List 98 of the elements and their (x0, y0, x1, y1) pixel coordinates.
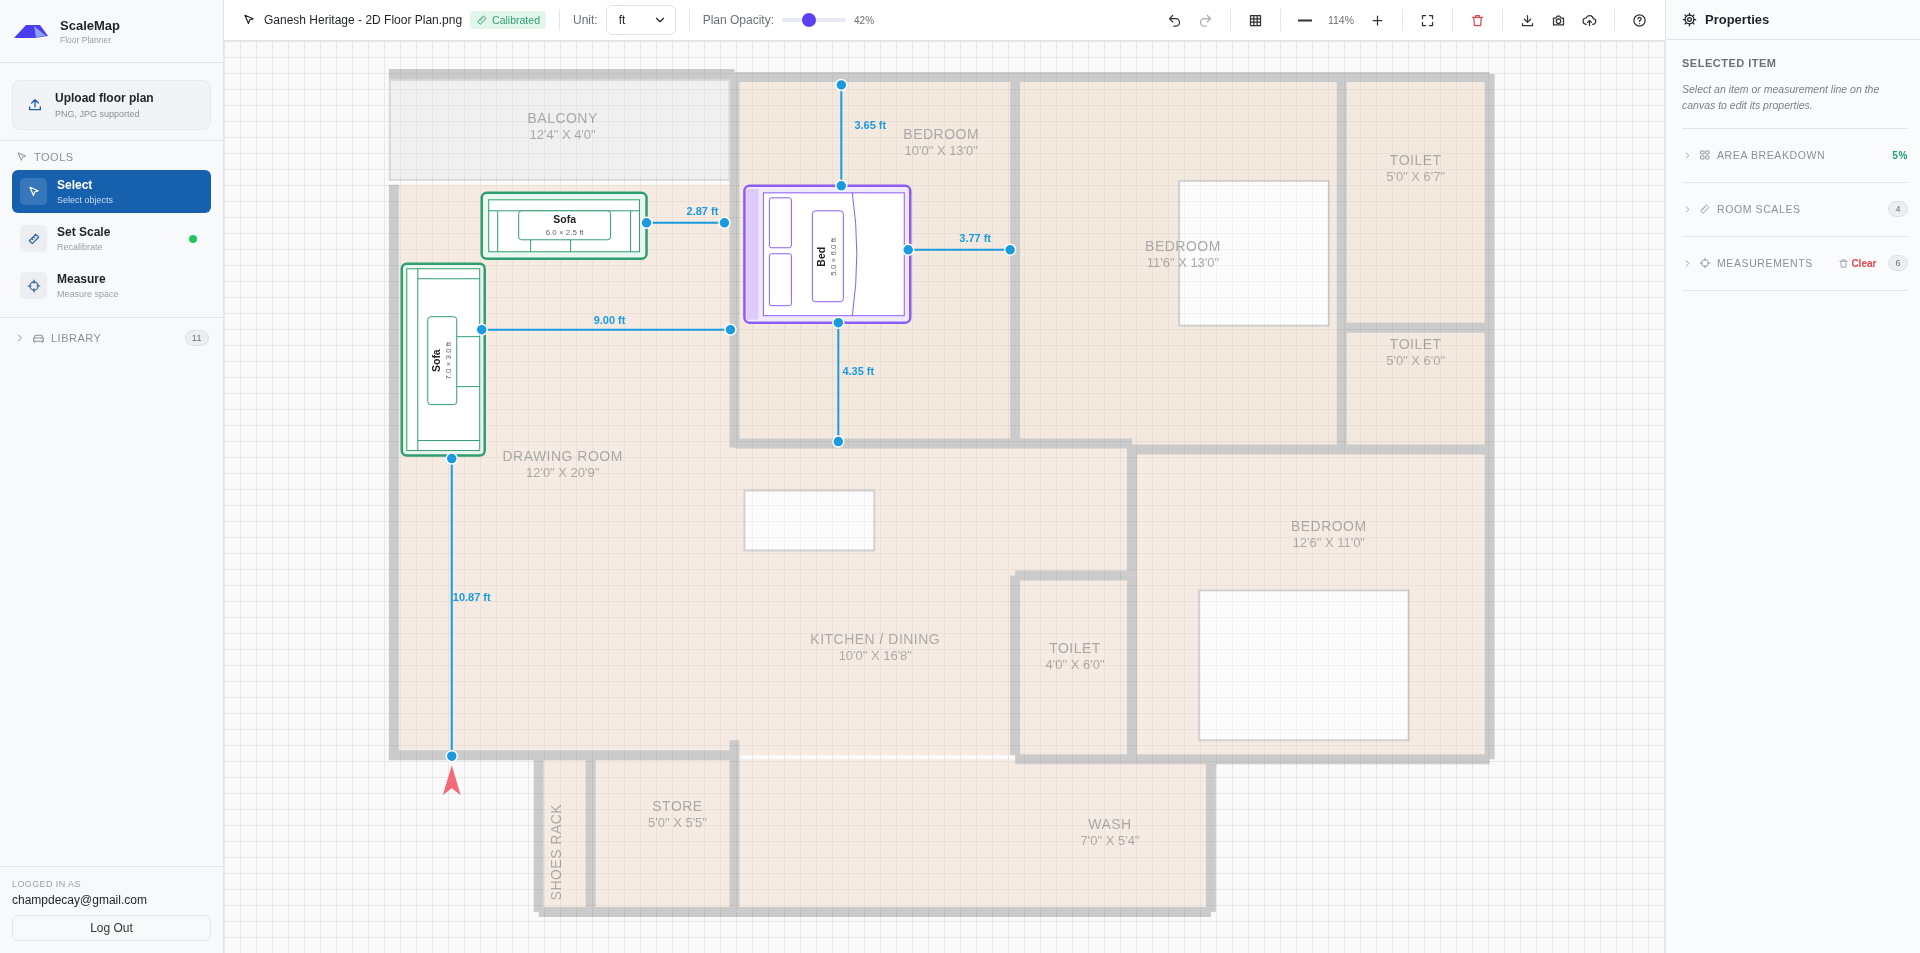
logout-button[interactable]: Log Out (12, 915, 211, 941)
upload-button[interactable]: Upload floor plan PNG, JPG supported (12, 80, 211, 130)
room-label: TOILET (1389, 335, 1442, 352)
room-dimensions: 12'4" X 4'0" (529, 126, 596, 142)
bed-drawing[interactable] (743, 184, 912, 324)
minus-icon (1297, 18, 1312, 22)
sofa-drawing[interactable] (400, 262, 486, 457)
cursor-icon (242, 13, 256, 27)
measurement-label: 3.77 ft (959, 231, 992, 244)
section-heading: SELECTED ITEM (1682, 56, 1778, 71)
furniture-size: 7.0 × 3.0 ft (443, 341, 453, 380)
tool-item[interactable]: Measure Measure space (12, 264, 211, 307)
room-label: WASH (1088, 816, 1132, 833)
room-dimensions: 7'0" X 5'4" (1080, 833, 1140, 849)
measurement-label: 4.35 ft (842, 364, 875, 377)
opacity-label: Plan Opacity: (702, 13, 775, 27)
cursor-icon (442, 765, 461, 796)
room-dimensions: 5'0" X 6'7" (1386, 168, 1446, 184)
measurement-line[interactable] (640, 216, 731, 230)
room-dimensions: 4'0" X 6'0" (1045, 657, 1105, 673)
furniture-name: Bed (816, 246, 828, 267)
room-dimensions: 10'0" X 16'8" (838, 648, 912, 664)
count-badge: 11 (184, 330, 209, 346)
room-label: SHOES RACK (547, 803, 564, 901)
room-dimensions: 10'0" X 13'0" (904, 142, 978, 158)
crosshair-icon (1699, 257, 1711, 270)
status-badge: Calibrated (470, 11, 546, 29)
grid-icon (1247, 12, 1263, 28)
room-dimensions: 11'6" X 13'0" (1146, 254, 1220, 270)
opacity-reading: 42% (854, 14, 875, 26)
trash-icon (1470, 12, 1485, 28)
logo-icon (14, 22, 48, 40)
furniture-size: 5.0 × 6.0 ft (829, 237, 839, 276)
account-email: champdecay@gmail.com (12, 893, 148, 907)
camera-icon (1551, 12, 1566, 28)
panel-header[interactable]: AREA BREAKDOWN (1717, 149, 1826, 162)
room-label: KITCHEN / DINING (810, 631, 941, 648)
measurement-line[interactable] (475, 323, 737, 336)
ruler-icon (26, 231, 41, 246)
file-name: Ganesh Heritage - 2D Floor Plan.png (264, 13, 463, 27)
help-icon (1632, 12, 1647, 28)
upload-icon (27, 97, 43, 113)
ruler-icon (1699, 203, 1711, 216)
fullscreen-icon (1420, 12, 1435, 28)
room-label: BEDROOM (1290, 518, 1367, 535)
unit-select[interactable]: ft (605, 5, 676, 35)
room-label: BALCONY (527, 109, 598, 126)
measurement-label: 2.87 ft (686, 204, 719, 217)
opacity-slider[interactable] (782, 13, 847, 27)
download-icon (1520, 12, 1535, 28)
furniture-size: 6.0 × 2.5 ft (545, 227, 584, 237)
measurement-line[interactable] (835, 78, 848, 193)
sofa-drawing[interactable] (480, 191, 648, 260)
unit-label: Unit: (573, 13, 598, 27)
measurement-line[interactable] (902, 243, 1017, 256)
room-label: BEDROOM (903, 125, 980, 142)
room-label: DRAWING ROOM (502, 447, 623, 464)
cursor-icon (26, 184, 41, 199)
measurement-label: 9.00 ft (593, 313, 626, 326)
redo-icon (1197, 12, 1213, 28)
slider-thumb[interactable] (801, 13, 816, 27)
panel-header[interactable]: MEASUREMENTS (1717, 257, 1813, 270)
empty-hint: Select an item or measurement line on the canvas to edit its properties. (1682, 81, 1908, 129)
measurement-label: 3.65 ft (854, 118, 887, 131)
furniture-name: Sofa (430, 349, 442, 372)
furniture-name: Sofa (553, 213, 576, 225)
plus-icon (1370, 12, 1385, 28)
panel-title: Properties (1705, 12, 1770, 27)
app-subtitle: Floor Planner (60, 34, 113, 45)
undo-icon (1166, 12, 1182, 28)
tool-item[interactable]: Select Select objects (12, 170, 211, 213)
room-dimensions: 5'0" X 6'0" (1386, 352, 1446, 368)
app-name: ScaleMap (60, 17, 120, 33)
room-label: TOILET (1049, 640, 1101, 657)
measurement-label: 10.87 ft (452, 591, 491, 604)
panel-header[interactable]: ROOM SCALES (1717, 203, 1801, 216)
crosshair-icon (26, 278, 41, 293)
cursor-icon (16, 151, 28, 163)
count-badge: 4 (1888, 201, 1908, 218)
clear-button[interactable]: Clear (1838, 257, 1877, 269)
room-label: TOILET (1389, 151, 1442, 168)
count-badge: 6 (1888, 255, 1908, 272)
settings-icon (1682, 12, 1697, 27)
library-section[interactable]: LIBRARY 11 (0, 318, 223, 358)
room-dimensions: 12'0" X 20'9" (526, 464, 600, 480)
grid-icon (1699, 149, 1711, 162)
trash-icon (1838, 257, 1850, 269)
area-percentage: 5% (1892, 149, 1908, 161)
room-label: BEDROOM (1145, 237, 1221, 254)
room-label: STORE (652, 798, 703, 815)
room-dimensions: 5'0" X 5'5" (648, 815, 707, 831)
ruler-icon (476, 14, 489, 26)
cloud-upload-icon (1582, 12, 1597, 28)
room-dimensions: 12'6" X 11'0" (1292, 535, 1365, 551)
zoom-level: 114% (1326, 14, 1355, 26)
account-caption: LOGGED IN AS (12, 879, 82, 889)
tool-item[interactable]: Set Scale Recalibrate (12, 217, 211, 260)
section-heading: TOOLS (34, 151, 74, 163)
